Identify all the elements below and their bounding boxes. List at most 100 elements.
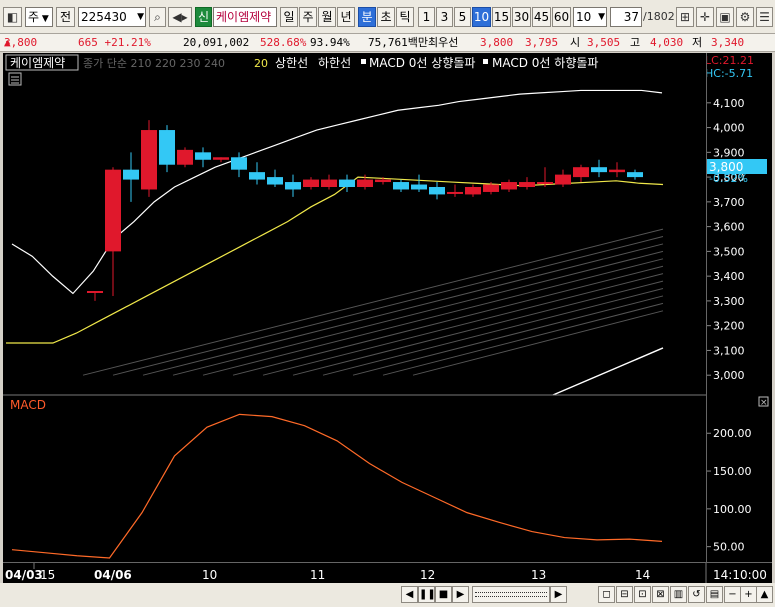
price-axis-svg: 4,1004,0003,9003,8003,7003,6003,5003,400… xyxy=(705,54,769,554)
chart-type-icon[interactable]: ▥ xyxy=(670,586,687,603)
price-tick-label: 3,600 xyxy=(713,221,745,234)
grid-icon[interactable]: ⊞ xyxy=(676,7,694,27)
interval-10-button[interactable]: 10 xyxy=(472,7,491,27)
zoom-x-icon[interactable]: ⊠ xyxy=(652,586,669,603)
interval-30-button[interactable]: 30 xyxy=(512,7,531,27)
period-minute-button[interactable]: 분 xyxy=(358,7,376,27)
legend-square-icon xyxy=(361,59,366,64)
chart-toolbar: ◧ 주 ▼ 전 225430 ▼ ⌕ ◀▸ 신 케이엠제약 일 주 월 년 분 초… xyxy=(0,0,775,34)
compress-icon[interactable]: ▤ xyxy=(706,586,723,603)
macd-ticks: 200.00 150.00 100.00 50.00 xyxy=(707,427,752,554)
candle-body xyxy=(429,187,445,195)
refresh-icon[interactable]: ↺ xyxy=(688,586,705,603)
macd-tick-label: 150.00 xyxy=(713,465,752,478)
stop-button[interactable]: ■ xyxy=(435,586,452,603)
interval-60-button[interactable]: 60 xyxy=(552,7,571,27)
quote-bar: 3,800 ▲ 665 +21.21% 20,091,002 528.68% 9… xyxy=(0,34,775,52)
candle-body xyxy=(609,169,625,173)
scroll-track[interactable] xyxy=(472,586,550,603)
chevron-down-icon[interactable]: ▼ xyxy=(137,8,144,26)
high-price: 4,030 xyxy=(650,36,684,49)
chart-window: ◧ 주 ▼ 전 225430 ▼ ⌕ ◀▸ 신 케이엠제약 일 주 월 년 분 초… xyxy=(0,0,775,607)
x-label-12: 12 xyxy=(420,568,435,582)
count-input[interactable]: 37 xyxy=(610,7,642,27)
period-second-button[interactable]: 초 xyxy=(377,7,395,27)
scroll-end-button[interactable]: ▶ xyxy=(550,586,567,603)
period-day-button[interactable]: 일 xyxy=(280,7,298,27)
search-icon[interactable]: ⌕ xyxy=(149,7,166,27)
scroll-left-button[interactable]: ◀ xyxy=(401,586,418,603)
interval-45-button[interactable]: 45 xyxy=(532,7,551,27)
chart-svg[interactable]: 케이엠제약 종가 단순 210 220 230 240 20 상한선 하한선 M… xyxy=(3,53,706,562)
price-axis[interactable]: 4,100 4,000 3,900 3,800 3,700 3,600 3,500 3,400… xyxy=(705,53,772,562)
chevron-down-icon: ▼ xyxy=(39,14,49,24)
buy-strength: 93.94% xyxy=(310,36,350,49)
time-axis-svg: 04/03 15 04/06 10 11 12 13 14 14:10:00 xyxy=(5,563,767,584)
interval-value: 10 xyxy=(576,10,592,24)
zoom-out-button[interactable]: − xyxy=(724,586,741,603)
candle-body xyxy=(393,182,409,190)
candle-body xyxy=(285,182,301,190)
gray-ma-line xyxy=(142,243,664,376)
current-change-label: -0.52% xyxy=(709,172,748,185)
scroll-thumb[interactable] xyxy=(475,592,547,597)
new-stock-tag: 신 xyxy=(195,7,212,27)
pause-button[interactable]: ❚❚ xyxy=(418,586,436,603)
macd-label: MACD xyxy=(10,398,46,412)
price-tick-label: 4,100 xyxy=(713,97,745,110)
period-year-button[interactable]: 년 xyxy=(337,7,355,27)
interval-3-button[interactable]: 3 xyxy=(436,7,453,27)
period-type-value: 주 xyxy=(28,10,40,24)
legend-lower: 하한선 xyxy=(318,56,351,70)
prev-button[interactable]: 전 xyxy=(56,7,75,27)
stock-code-input[interactable]: 225430 ▼ xyxy=(78,7,146,27)
zoom-in-button[interactable]: + xyxy=(740,586,757,603)
interval-1-button[interactable]: 1 xyxy=(418,7,435,27)
period-month-button[interactable]: 월 xyxy=(318,7,336,27)
gear-icon[interactable]: ⚙ xyxy=(736,7,754,27)
price-tick-label: 3,400 xyxy=(713,270,745,283)
open-label: 시 xyxy=(570,36,581,49)
x-label-14: 14 xyxy=(635,568,650,582)
macd-line xyxy=(11,413,663,559)
price-ticks: 4,1004,0003,9003,8003,7003,6003,5003,400… xyxy=(707,97,745,382)
legend-upper: 상한선 xyxy=(275,56,308,70)
save-icon[interactable]: ▣ xyxy=(716,7,734,27)
stock-name-label: 케이엠제약 xyxy=(10,55,65,70)
legend-gray-ma: 종가 단순 210 220 230 240 xyxy=(83,57,225,70)
candle-body xyxy=(303,179,319,187)
gray-ma-line xyxy=(172,250,664,376)
scroll-right-button[interactable]: ▶ xyxy=(452,586,469,603)
interval-select[interactable]: 10 ▼ xyxy=(573,7,607,27)
macd-tick-label: 200.00 xyxy=(713,427,752,440)
high-label: 고 xyxy=(630,36,641,49)
zoom-area-icon[interactable]: ⊡ xyxy=(634,586,651,603)
period-week-button[interactable]: 주 xyxy=(299,7,317,27)
zoom-reset-icon[interactable]: ◻ xyxy=(598,586,615,603)
period-type-select[interactable]: 주 ▼ xyxy=(25,7,53,27)
ask-price: 3,800 xyxy=(480,36,514,49)
price-tick-label: 3,200 xyxy=(713,320,745,333)
speaker-icon[interactable]: ◀▸ xyxy=(168,7,192,27)
moving-average-gray-lines xyxy=(82,228,664,396)
expand-button[interactable]: ▲ xyxy=(756,586,773,603)
interval-15-button[interactable]: 15 xyxy=(492,7,511,27)
gray-ma-line xyxy=(352,295,664,376)
window-icon[interactable]: ◧ xyxy=(3,7,22,27)
candle-body xyxy=(483,184,499,192)
stock-name-field[interactable]: 케이엠제약 xyxy=(213,7,277,27)
zoom-fit-icon[interactable]: ⊟ xyxy=(616,586,633,603)
time-axis: 04/03 15 04/06 10 11 12 13 14 14:10:00 xyxy=(3,562,772,584)
chart-plot-area[interactable]: 케이엠제약 종가 단순 210 220 230 240 20 상한선 하한선 M… xyxy=(3,53,706,562)
price-tick-label: 4,000 xyxy=(713,122,745,135)
crosshair-icon[interactable]: ✛ xyxy=(696,7,714,27)
legend-macd-down: MACD 0선 하향돌파 xyxy=(492,56,598,70)
price-tick-label: 3,000 xyxy=(713,369,745,382)
period-tick-button[interactable]: 틱 xyxy=(396,7,414,27)
low-price: 3,340 xyxy=(711,36,745,49)
open-price: 3,505 xyxy=(587,36,621,49)
menu-icon[interactable]: ☰ xyxy=(756,7,773,27)
moving-average-lines xyxy=(6,89,664,344)
interval-5-button[interactable]: 5 xyxy=(454,7,471,27)
candle-body xyxy=(591,167,607,173)
